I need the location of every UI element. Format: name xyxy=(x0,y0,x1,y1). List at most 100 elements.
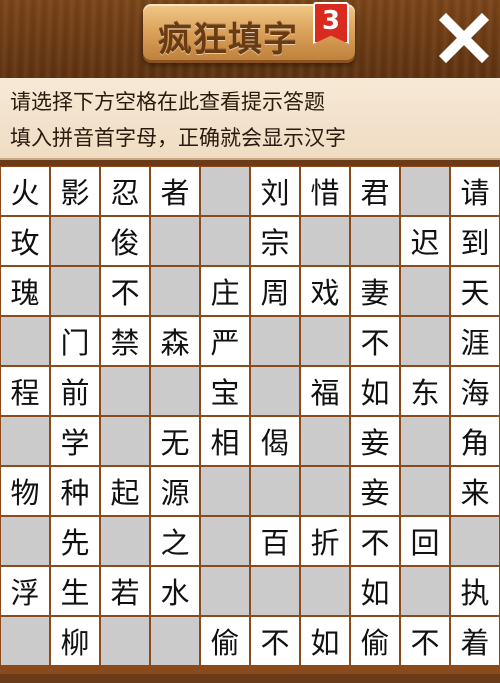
grid-cell[interactable]: 迟 xyxy=(401,217,449,265)
grid-cell[interactable]: 到 xyxy=(451,217,499,265)
grid-cell[interactable]: 折 xyxy=(301,517,349,565)
grid-cell-empty[interactable] xyxy=(101,367,149,415)
grid-cell-empty[interactable] xyxy=(151,617,199,665)
grid-cell[interactable]: 不 xyxy=(401,617,449,665)
grid-cell-empty[interactable] xyxy=(251,317,299,365)
grid-cell[interactable]: 浮 xyxy=(1,567,49,615)
grid-cell[interactable]: 者 xyxy=(151,167,199,215)
grid-cell[interactable]: 戏 xyxy=(301,267,349,315)
grid-cell-empty[interactable] xyxy=(101,417,149,465)
grid-cell-empty[interactable] xyxy=(401,167,449,215)
grid-cell[interactable]: 不 xyxy=(351,317,399,365)
grid-cell[interactable]: 玫 xyxy=(1,217,49,265)
grid-cell-empty[interactable] xyxy=(1,417,49,465)
grid-cell-empty[interactable] xyxy=(1,317,49,365)
grid-cell[interactable]: 禁 xyxy=(101,317,149,365)
grid-cell[interactable]: 如 xyxy=(351,367,399,415)
grid-cell[interactable]: 不 xyxy=(351,517,399,565)
grid-cell[interactable]: 门 xyxy=(51,317,99,365)
grid-cell-empty[interactable] xyxy=(401,317,449,365)
grid-cell[interactable]: 物 xyxy=(1,467,49,515)
grid-cell[interactable]: 源 xyxy=(151,467,199,515)
grid-cell[interactable]: 涯 xyxy=(451,317,499,365)
grid-cell[interactable]: 庄 xyxy=(201,267,249,315)
grid-cell-empty[interactable] xyxy=(51,267,99,315)
grid-cell[interactable]: 忍 xyxy=(101,167,149,215)
close-button[interactable] xyxy=(438,12,490,64)
grid-cell[interactable]: 火 xyxy=(1,167,49,215)
grid-cell-empty[interactable] xyxy=(351,217,399,265)
grid-cell[interactable]: 惜 xyxy=(301,167,349,215)
grid-cell-empty[interactable] xyxy=(401,467,449,515)
grid-cell[interactable]: 刘 xyxy=(251,167,299,215)
grid-cell-empty[interactable] xyxy=(401,567,449,615)
grid-cell-empty[interactable] xyxy=(201,517,249,565)
grid-cell[interactable]: 回 xyxy=(401,517,449,565)
grid-cell-empty[interactable] xyxy=(201,167,249,215)
grid-cell[interactable]: 若 xyxy=(101,567,149,615)
grid-cell[interactable]: 之 xyxy=(151,517,199,565)
grid-cell[interactable]: 宗 xyxy=(251,217,299,265)
grid-cell[interactable]: 妾 xyxy=(351,467,399,515)
grid-cell-empty[interactable] xyxy=(51,217,99,265)
grid-cell[interactable]: 种 xyxy=(51,467,99,515)
grid-cell[interactable]: 严 xyxy=(201,317,249,365)
grid-cell-empty[interactable] xyxy=(301,217,349,265)
grid-cell[interactable]: 起 xyxy=(101,467,149,515)
grid-cell-empty[interactable] xyxy=(151,367,199,415)
grid-cell-empty[interactable] xyxy=(151,217,199,265)
grid-cell-empty[interactable] xyxy=(201,467,249,515)
grid-cell-empty[interactable] xyxy=(401,417,449,465)
grid-cell[interactable]: 来 xyxy=(451,467,499,515)
grid-cell-empty[interactable] xyxy=(201,217,249,265)
grid-cell-empty[interactable] xyxy=(251,567,299,615)
grid-cell-empty[interactable] xyxy=(301,567,349,615)
grid-cell[interactable]: 影 xyxy=(51,167,99,215)
grid-cell-empty[interactable] xyxy=(251,367,299,415)
grid-cell[interactable]: 天 xyxy=(451,267,499,315)
grid-cell[interactable]: 柳 xyxy=(51,617,99,665)
grid-cell-empty[interactable] xyxy=(251,467,299,515)
grid-cell-empty[interactable] xyxy=(1,517,49,565)
grid-cell[interactable]: 不 xyxy=(101,267,149,315)
grid-cell[interactable]: 森 xyxy=(151,317,199,365)
grid-cell[interactable]: 生 xyxy=(51,567,99,615)
grid-cell[interactable]: 请 xyxy=(451,167,499,215)
grid-cell[interactable]: 如 xyxy=(351,567,399,615)
grid-cell-empty[interactable] xyxy=(1,617,49,665)
grid-cell[interactable]: 周 xyxy=(251,267,299,315)
grid-cell[interactable]: 水 xyxy=(151,567,199,615)
grid-cell[interactable]: 执 xyxy=(451,567,499,615)
grid-cell[interactable]: 俊 xyxy=(101,217,149,265)
grid-cell[interactable]: 百 xyxy=(251,517,299,565)
grid-cell-empty[interactable] xyxy=(401,267,449,315)
grid-cell[interactable]: 海 xyxy=(451,367,499,415)
grid-cell[interactable]: 偷 xyxy=(351,617,399,665)
grid-cell[interactable]: 如 xyxy=(301,617,349,665)
grid-cell[interactable]: 角 xyxy=(451,417,499,465)
grid-cell-empty[interactable] xyxy=(301,467,349,515)
grid-cell[interactable]: 无 xyxy=(151,417,199,465)
grid-cell[interactable]: 程 xyxy=(1,367,49,415)
grid-cell[interactable]: 妾 xyxy=(351,417,399,465)
grid-cell[interactable]: 偷 xyxy=(201,617,249,665)
grid-cell[interactable]: 妻 xyxy=(351,267,399,315)
grid-cell[interactable]: 瑰 xyxy=(1,267,49,315)
grid-cell-empty[interactable] xyxy=(151,267,199,315)
grid-cell[interactable]: 宝 xyxy=(201,367,249,415)
grid-cell-empty[interactable] xyxy=(201,567,249,615)
grid-cell[interactable]: 着 xyxy=(451,617,499,665)
grid-cell[interactable]: 偈 xyxy=(251,417,299,465)
grid-cell[interactable]: 东 xyxy=(401,367,449,415)
grid-cell-empty[interactable] xyxy=(451,517,499,565)
grid-cell[interactable]: 君 xyxy=(351,167,399,215)
grid-cell-empty[interactable] xyxy=(101,517,149,565)
grid-cell[interactable]: 前 xyxy=(51,367,99,415)
grid-cell[interactable]: 先 xyxy=(51,517,99,565)
grid-cell[interactable]: 福 xyxy=(301,367,349,415)
grid-cell[interactable]: 相 xyxy=(201,417,249,465)
grid-cell[interactable]: 不 xyxy=(251,617,299,665)
grid-cell-empty[interactable] xyxy=(101,617,149,665)
grid-cell-empty[interactable] xyxy=(301,417,349,465)
grid-cell-empty[interactable] xyxy=(301,317,349,365)
